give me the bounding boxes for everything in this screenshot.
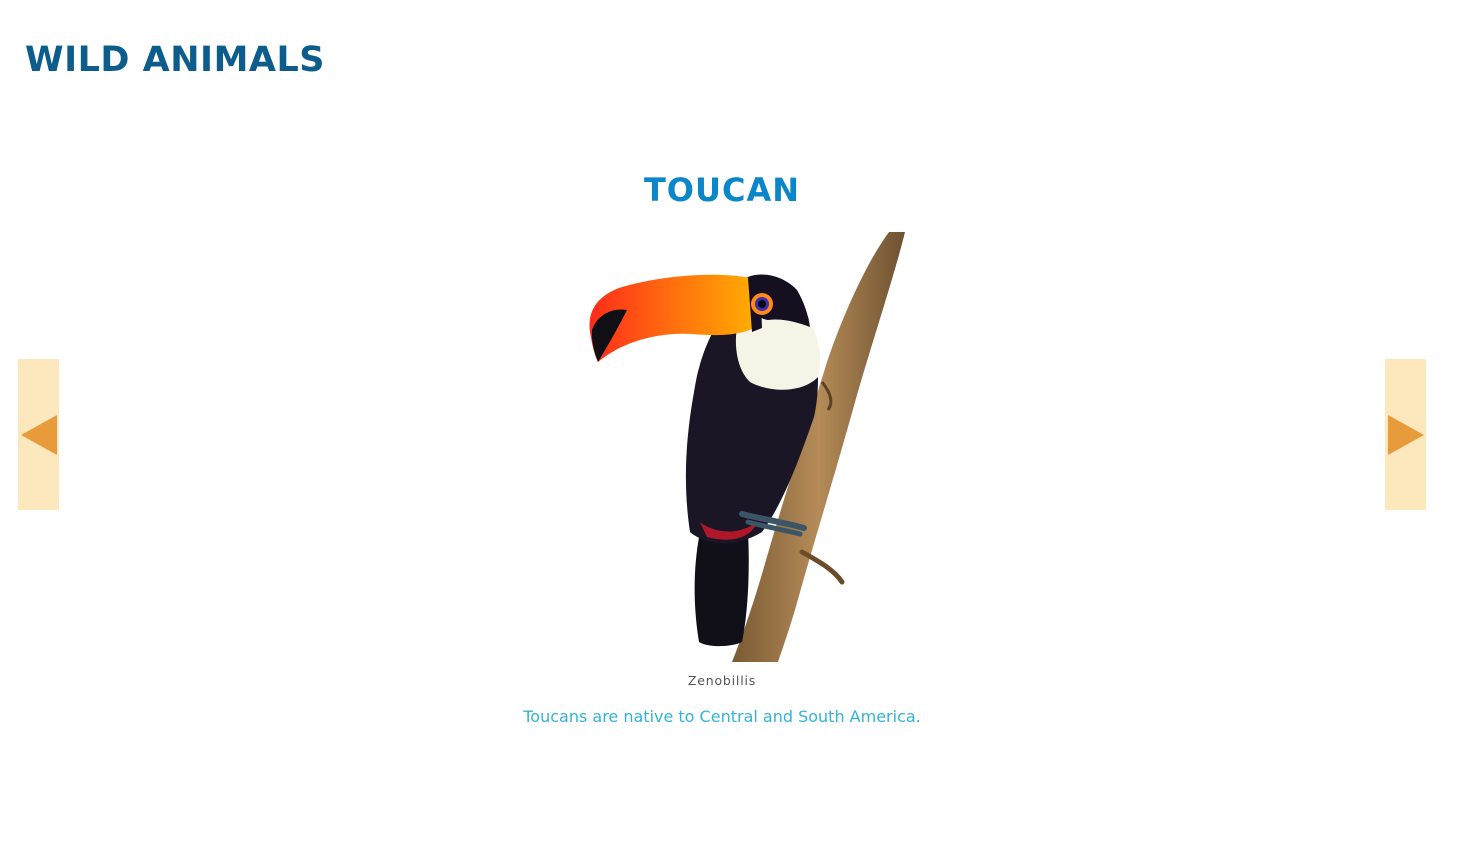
- previous-slide-button[interactable]: [18, 359, 59, 510]
- triangle-right-icon: [1387, 414, 1424, 455]
- site-title: WILD ANIMALS: [25, 40, 325, 80]
- animal-fact: Toucans are native to Central and South …: [523, 707, 921, 726]
- slideshow-page: WILD ANIMALS TOUCAN Zenobillis Toucans a…: [0, 0, 1460, 850]
- triangle-left-icon: [20, 414, 57, 455]
- slide-title: TOUCAN: [643, 171, 801, 209]
- photo-credit: Zenobillis: [687, 673, 757, 688]
- toucan-photo: [572, 232, 917, 662]
- toucan-illustration: [589, 232, 905, 662]
- next-slide-button[interactable]: [1385, 359, 1426, 510]
